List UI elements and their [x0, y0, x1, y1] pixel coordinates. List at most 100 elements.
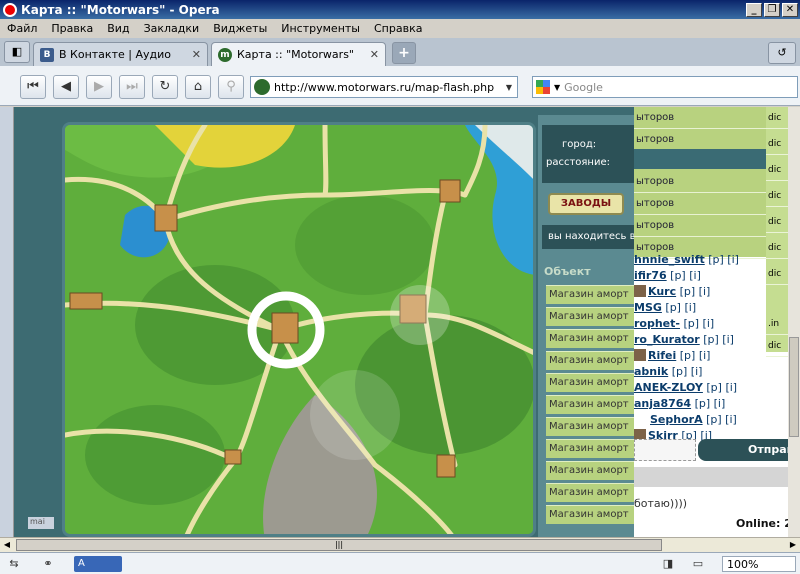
cell: dic [766, 107, 788, 129]
tab-close-icon[interactable]: ✕ [192, 48, 201, 61]
language-indicator[interactable]: A [74, 556, 122, 572]
search-box[interactable]: ▼ Google [532, 76, 798, 98]
user-link[interactable]: ANEK-ZLOY [634, 381, 703, 394]
scrollbar-thumb[interactable]: ||| [16, 539, 662, 551]
object-row[interactable]: Магазин аморт [546, 461, 634, 480]
horizontal-scrollbar[interactable]: ◀ ||| ▶ [0, 537, 800, 552]
scrollbar-thumb[interactable] [789, 337, 799, 437]
list-item: ifir76 [p] [i] [634, 268, 784, 284]
user-actions[interactable]: [p] [i] [706, 381, 737, 394]
flash-map[interactable] [62, 122, 536, 537]
new-tab-button[interactable]: + [392, 42, 416, 64]
menu-edit[interactable]: Правка [44, 22, 100, 35]
list-item[interactable]: ыторов [634, 193, 766, 215]
motorwars-favicon-icon: m [218, 47, 232, 62]
object-row[interactable]: Магазин аморт [546, 373, 634, 392]
object-row[interactable]: Магазин аморт [546, 351, 634, 370]
menu-tools[interactable]: Инструменты [274, 22, 367, 35]
user-link[interactable]: anja8764 [634, 397, 691, 410]
zavody-button[interactable]: ЗАВОДЫ [548, 193, 624, 215]
object-row[interactable]: Магазин аморт [546, 329, 634, 348]
tab-vkontakte[interactable]: B В Контакте | Аудио ✕ [33, 42, 208, 66]
tab-close-icon[interactable]: ✕ [370, 48, 379, 61]
object-row[interactable]: Магазин аморт [546, 395, 634, 414]
map-control-panel: город: расстояние: ЗАВОДЫ вы находитесь … [538, 115, 634, 537]
object-row[interactable]: Магазин аморт [546, 285, 634, 304]
scroll-right-icon[interactable]: ▶ [786, 539, 800, 551]
cell: dic [766, 211, 788, 233]
address-input[interactable]: http://www.motorwars.ru/map-flash.php [274, 81, 501, 94]
side-panel[interactable] [0, 107, 14, 537]
user-actions[interactable]: [p] [i] [665, 301, 696, 314]
menu-file[interactable]: Файл [0, 22, 44, 35]
chevron-down-icon[interactable]: ▼ [554, 83, 560, 92]
user-link[interactable]: ro_Kurator [634, 333, 700, 346]
home-button[interactable]: ⌂ [185, 75, 211, 99]
object-row[interactable]: Магазин аморт [546, 439, 634, 458]
menu-widgets[interactable]: Виджеты [206, 22, 274, 35]
list-item: Kurc [p] [i] [634, 284, 784, 300]
list-item[interactable]: ыторов [634, 215, 766, 237]
reload-button[interactable]: ↻ [152, 75, 178, 99]
chevron-down-icon[interactable]: ▼ [501, 83, 517, 92]
list-item: rophet- [p] [i] [634, 316, 784, 332]
address-bar[interactable]: http://www.motorwars.ru/map-flash.php ▼ [250, 76, 518, 98]
user-link[interactable]: SephorA [650, 413, 703, 426]
avatar-icon [634, 349, 646, 361]
chat-scrollbar[interactable] [788, 107, 800, 537]
user-link[interactable]: rophet- [634, 317, 680, 330]
user-actions[interactable]: [p] [i] [706, 413, 737, 426]
object-row[interactable]: Магазин аморт [546, 307, 634, 326]
list-item[interactable]: ыторов [634, 107, 766, 129]
rewind-button[interactable]: ⏮ [20, 75, 46, 99]
user-actions[interactable]: [p] [i] [703, 333, 734, 346]
list-item[interactable]: ыторов [634, 171, 766, 193]
object-row[interactable]: Магазин аморт [546, 417, 634, 436]
chat-divider [634, 467, 788, 487]
chat-input[interactable] [634, 439, 696, 461]
list-item: ANEK-ZLOY [p] [i] [634, 380, 784, 396]
panel-toggle-icon[interactable]: ◧ [4, 41, 30, 63]
chat-send-row: Отправ [634, 437, 788, 463]
scroll-left-icon[interactable]: ◀ [0, 539, 14, 551]
unite-icon[interactable]: ⚭ [40, 556, 56, 572]
object-row[interactable]: Магазин аморт [546, 505, 634, 524]
closed-tabs-icon[interactable]: ↺ [768, 42, 796, 64]
object-row[interactable]: Магазин аморт [546, 483, 634, 502]
map-graphic [65, 125, 533, 534]
restore-button[interactable]: ❐ [764, 2, 780, 17]
fast-forward-button[interactable]: ⏭ [119, 75, 145, 99]
user-link[interactable]: MSG [634, 301, 662, 314]
user-link[interactable]: abnik [634, 365, 668, 378]
tab-motorwars[interactable]: m Карта :: "Motorwars" ✕ [211, 42, 386, 66]
user-actions[interactable]: [p] [i] [695, 397, 726, 410]
user-link[interactable]: Kurc [648, 285, 676, 298]
opera-logo-icon [3, 2, 17, 17]
user-actions[interactable]: [p] [i] [680, 349, 711, 362]
close-button[interactable]: ✕ [782, 2, 798, 17]
list-item[interactable]: ыторов [634, 129, 766, 151]
view-icon[interactable]: ▭ [690, 556, 706, 572]
user-link[interactable]: ifir76 [634, 269, 667, 282]
menu-help[interactable]: Справка [367, 22, 429, 35]
forward-button[interactable]: ▶ [86, 75, 112, 99]
search-input[interactable]: Google [564, 81, 603, 94]
user-actions[interactable]: [p] [i] [672, 365, 703, 378]
zoom-control[interactable]: 100% [722, 556, 796, 572]
user-actions[interactable]: [p] [i] [708, 253, 739, 266]
chat-message: ботаю)))) [634, 497, 688, 510]
tab-label: Карта :: "Motorwars" [237, 48, 354, 61]
user-link[interactable]: Rifei [648, 349, 676, 362]
menu-view[interactable]: Вид [100, 22, 136, 35]
send-button[interactable]: Отправ [698, 439, 788, 461]
turbo-icon[interactable]: ⇆ [6, 556, 22, 572]
user-actions[interactable]: [p] [i] [680, 285, 711, 298]
user-link[interactable]: hnnie_swift [634, 253, 705, 266]
panel-icon[interactable]: ◨ [660, 556, 676, 572]
minimize-button[interactable]: _ [746, 2, 762, 17]
menu-bookmarks[interactable]: Закладки [137, 22, 207, 35]
user-actions[interactable]: [p] [i] [670, 269, 701, 282]
user-actions[interactable]: [p] [i] [683, 317, 714, 330]
wand-button[interactable]: ⚲ [218, 75, 244, 99]
back-button[interactable]: ◀ [53, 75, 79, 99]
